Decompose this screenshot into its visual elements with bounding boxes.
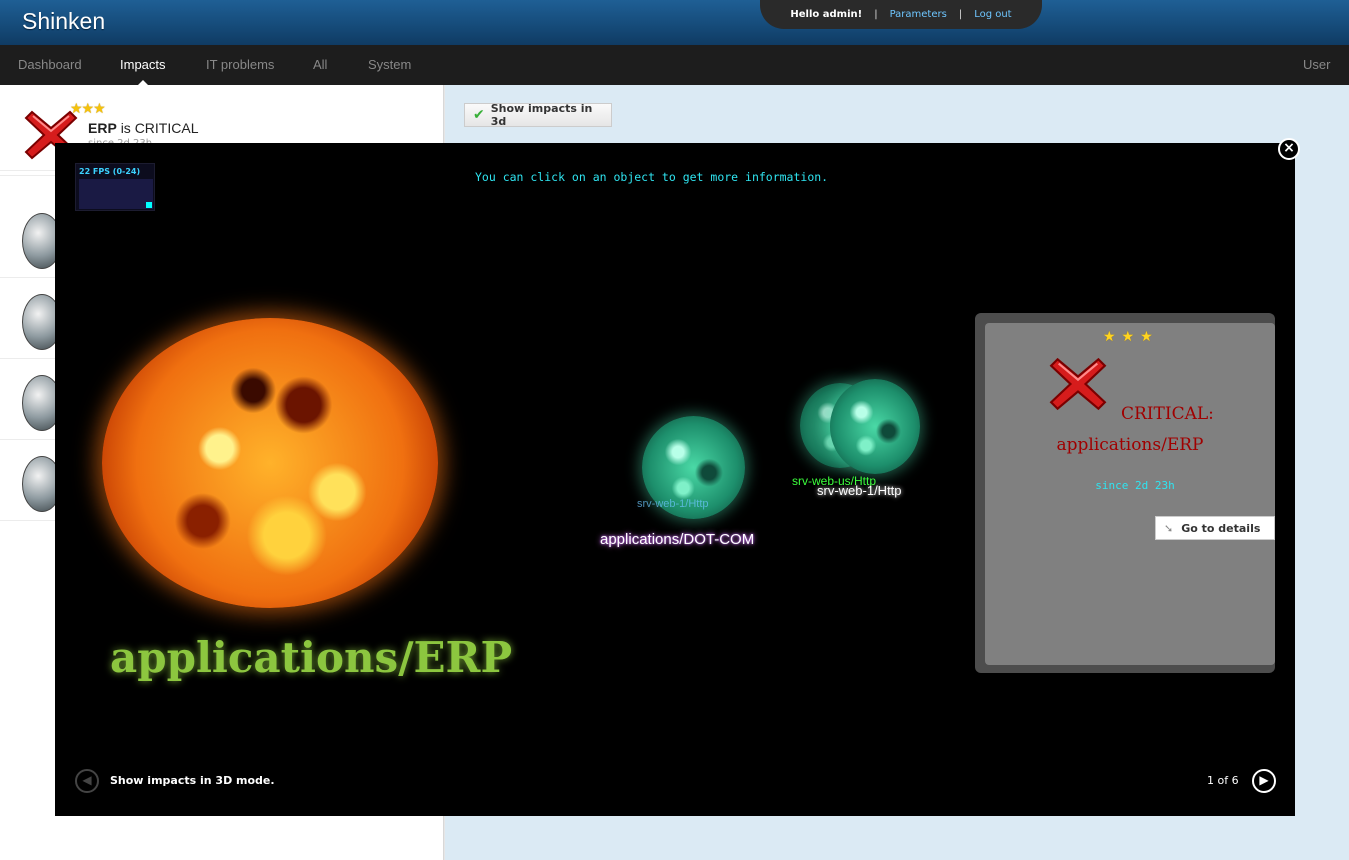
top-header: Shinken Hello admin! | Parameters | Log … bbox=[0, 0, 1349, 45]
erp-sun-label: applications/ERP bbox=[110, 633, 513, 682]
close-overlay-button[interactable]: × bbox=[1278, 138, 1300, 160]
show-impacts-3d-label: Show impacts in 3d bbox=[490, 102, 593, 128]
info-critical-line2: applications/ERP bbox=[1056, 435, 1204, 455]
user-tab: Hello admin! | Parameters | Log out bbox=[760, 0, 1042, 29]
info-panel: ★★★ CRITICAL: applications/ERP since 2d … bbox=[975, 313, 1275, 673]
check-icon: ✔ bbox=[473, 107, 485, 123]
show-impacts-3d-button[interactable]: ✔ Show impacts in 3d bbox=[464, 102, 612, 128]
nav-impacts[interactable]: Impacts bbox=[120, 57, 166, 85]
impact-state: is CRITICAL bbox=[120, 120, 199, 136]
dotcom-planet-label: applications/DOT-COM bbox=[600, 531, 755, 548]
go-to-details-button[interactable]: ➘ Go to details bbox=[1155, 516, 1275, 540]
separator: | bbox=[958, 9, 963, 20]
nav-dashboard[interactable]: Dashboard bbox=[18, 57, 82, 72]
business-impact-stars: ★★★ bbox=[70, 101, 106, 117]
fps-label: 22 FPS (0-24) bbox=[79, 167, 141, 176]
nav-it-problems[interactable]: IT problems bbox=[206, 57, 274, 72]
go-to-details-label: Go to details bbox=[1181, 521, 1261, 535]
info-stars: ★★★ bbox=[1103, 329, 1159, 345]
parameters-link[interactable]: Parameters bbox=[890, 9, 947, 20]
impact-name: ERP bbox=[88, 120, 117, 136]
fps-meter: 22 FPS (0-24) bbox=[75, 163, 155, 211]
info-panel-inner: ★★★ CRITICAL: applications/ERP since 2d … bbox=[985, 323, 1275, 665]
info-critical-text: CRITICAL: applications/ERP bbox=[985, 399, 1275, 461]
nav-user[interactable]: User bbox=[1303, 57, 1330, 72]
app-logo[interactable]: Shinken bbox=[22, 8, 105, 35]
slide-pager: 1 of 6 bbox=[1207, 774, 1239, 787]
prev-slide-button[interactable]: ◀ bbox=[75, 769, 99, 793]
3d-viewer-overlay: 22 FPS (0-24) You can click on an object… bbox=[55, 143, 1295, 816]
info-since: since 2d 23h bbox=[1095, 479, 1175, 492]
hint-text: You can click on an object to get more i… bbox=[475, 170, 829, 184]
separator: | bbox=[874, 9, 878, 20]
srv-web-1-label: srv-web-1/Http bbox=[817, 483, 902, 498]
arrow-icon: ➘ bbox=[1164, 521, 1174, 535]
erp-sun-object[interactable] bbox=[102, 318, 438, 608]
logout-link[interactable]: Log out bbox=[974, 9, 1011, 20]
nav-bar: Dashboard Impacts IT problems All System… bbox=[0, 45, 1349, 85]
info-critical-line1: CRITICAL: bbox=[1121, 404, 1214, 424]
srv-web-1-planet[interactable] bbox=[830, 379, 920, 474]
fps-graph bbox=[79, 179, 153, 209]
impact-title[interactable]: ERP is CRITICAL bbox=[88, 120, 198, 136]
slide-caption: Show impacts in 3D mode. bbox=[110, 774, 275, 787]
nav-all[interactable]: All bbox=[313, 57, 327, 72]
fps-bar bbox=[146, 202, 152, 208]
nav-system[interactable]: System bbox=[368, 57, 411, 72]
dotcom-sub-label: srv-web-1/Http bbox=[637, 498, 709, 510]
greeting-text: Hello admin! bbox=[790, 9, 863, 20]
next-slide-button[interactable]: ▶ bbox=[1252, 769, 1276, 793]
